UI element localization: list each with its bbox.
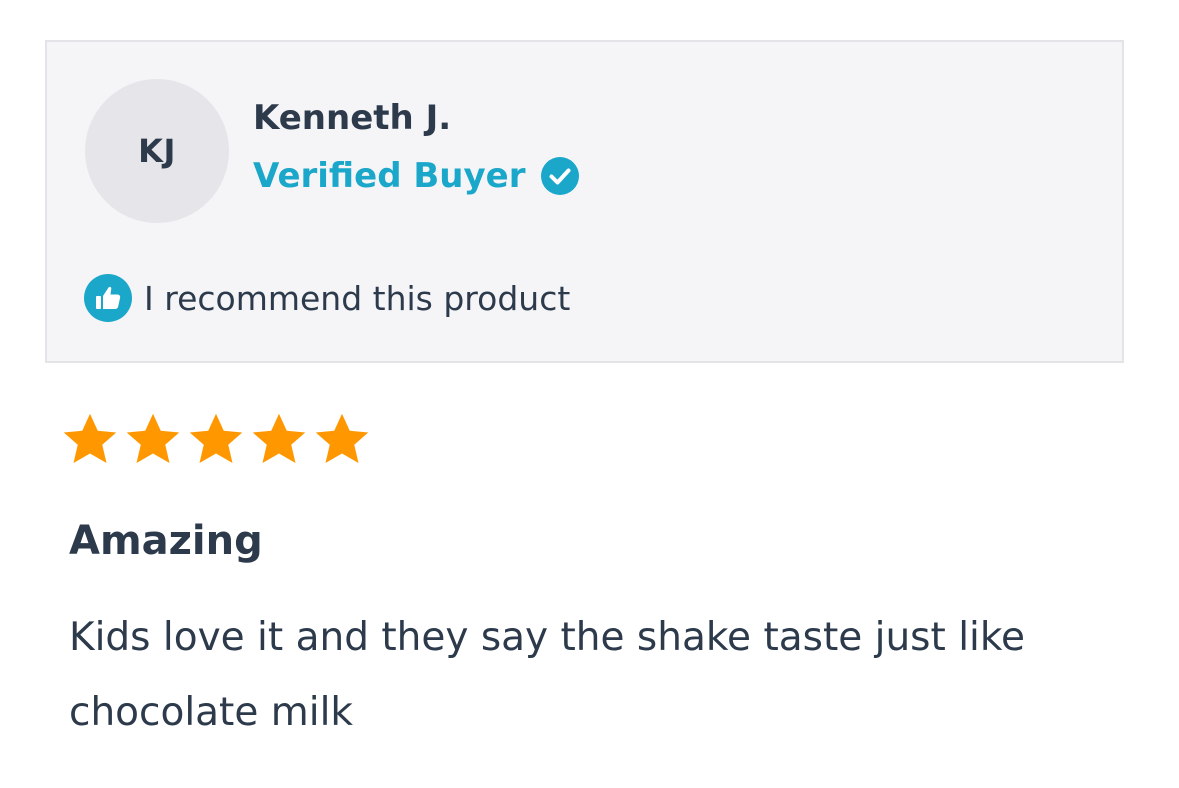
recommend-text: I recommend this product — [144, 278, 571, 318]
verified-badge: Verified Buyer — [253, 156, 580, 196]
review-body: Kids love it and they say the shake tast… — [69, 615, 1026, 735]
star-icon — [189, 413, 243, 463]
star-icon — [315, 413, 369, 463]
verified-buyer-label: Verified Buyer — [253, 156, 526, 196]
avatar-initials: KJ — [138, 132, 176, 170]
star-icon — [252, 413, 306, 463]
verified-check-icon — [541, 157, 580, 195]
reviewer-card: KJ Kenneth J. Verified Buyer I recommend… — [45, 40, 1124, 363]
star-rating — [60, 410, 372, 470]
avatar: KJ — [85, 79, 229, 223]
star-icon — [126, 413, 180, 463]
reviewer-name: Kenneth J. — [253, 98, 452, 138]
star-icon — [63, 413, 117, 463]
thumbs-up-icon — [84, 274, 132, 322]
review-title: Amazing — [69, 518, 263, 564]
recommend-row: I recommend this product — [84, 274, 570, 322]
